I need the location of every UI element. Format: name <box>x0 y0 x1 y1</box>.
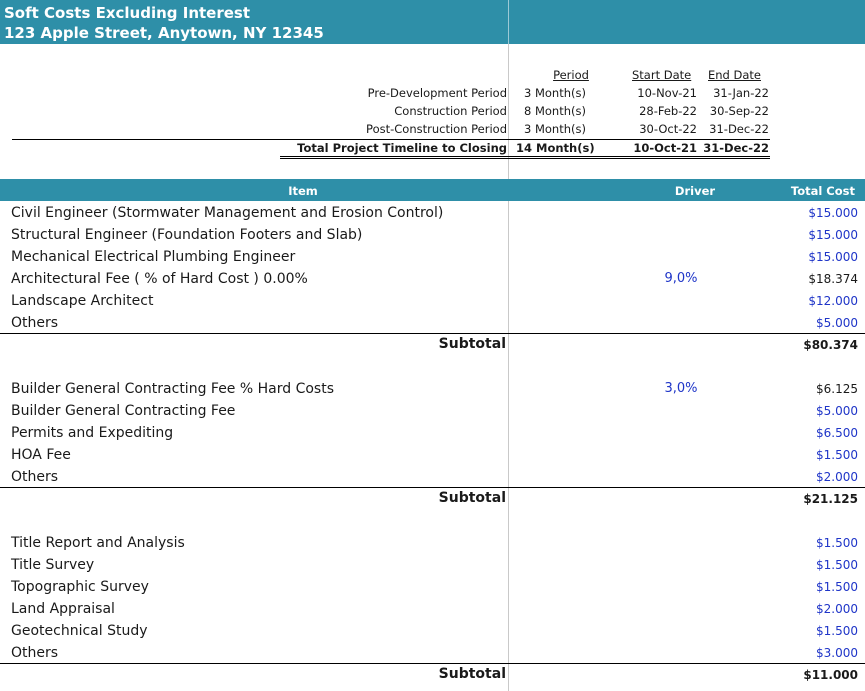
subtotal-value: $80.374 <box>803 338 858 352</box>
timeline-total-bottom-border-2 <box>280 158 770 159</box>
item-name: Builder General Contracting Fee <box>11 403 236 419</box>
subtotal-row: Subtotal $21.125 <box>0 488 865 510</box>
total-cost-value: $1.500 <box>816 536 858 550</box>
item-name: Permits and Expediting <box>11 425 174 441</box>
item-name: Geotechnical Study <box>11 623 148 639</box>
timeline-start: 10-Nov-21 <box>637 86 697 100</box>
item-name: Structural Engineer (Foundation Footers … <box>11 227 363 243</box>
item-name: HOA Fee <box>11 447 71 463</box>
item-name: Others <box>11 469 59 485</box>
table-row: HOA Fee $1.500 <box>0 444 865 466</box>
total-cost-value: $6.125 <box>816 382 858 396</box>
item-name: Mechanical Electrical Plumbing Engineer <box>11 249 296 265</box>
table-row: Others $3.000 <box>0 642 865 664</box>
table-row: Land Appraisal $2.000 <box>0 598 865 620</box>
total-cost-value: $1.500 <box>816 448 858 462</box>
timeline-start: 30-Oct-22 <box>639 122 697 136</box>
table-row: Title Report and Analysis $1.500 <box>0 532 865 554</box>
total-cost-value: $5.000 <box>816 404 858 418</box>
item-name: Topographic Survey <box>11 579 149 595</box>
property-address: 123 Apple Street, Anytown, NY 12345 <box>4 24 324 42</box>
table-row: Others $2.000 <box>0 466 865 488</box>
item-name: Title Report and Analysis <box>11 535 185 551</box>
item-name: Civil Engineer (Stormwater Management an… <box>11 205 444 221</box>
start-date-header: Start Date <box>632 68 692 82</box>
subtotal-row: Subtotal $80.374 <box>0 334 865 356</box>
item-name: Title Survey <box>11 557 95 573</box>
item-name: Land Appraisal <box>11 601 115 617</box>
end-date-header: End Date <box>708 68 761 82</box>
table-row: Topographic Survey $1.500 <box>0 576 865 598</box>
timeline-label: Post-Construction Period <box>366 122 507 136</box>
table-row: Landscape Architect $12.000 <box>0 290 865 312</box>
item-name: Others <box>11 645 59 661</box>
subtotal-label: Subtotal <box>438 666 506 682</box>
driver-column-header: Driver <box>674 184 716 198</box>
table-row: Builder General Contracting Fee $5.000 <box>0 400 865 422</box>
table-row: Architectural Fee ( % of Hard Cost ) 0.0… <box>0 268 865 290</box>
total-cost-column-header: Total Cost <box>790 184 855 198</box>
timeline-total-end: 31-Dec-22 <box>703 141 769 155</box>
table-row: Title Survey $1.500 <box>0 554 865 576</box>
driver-value: 3,0% <box>664 381 698 396</box>
total-cost-value: $18.374 <box>808 272 858 286</box>
item-name: Landscape Architect <box>11 293 154 309</box>
timeline-label: Pre-Development Period <box>367 86 507 100</box>
item-name: Builder General Contracting Fee % Hard C… <box>11 381 334 397</box>
sheet-title: Soft Costs Excluding Interest <box>4 4 251 22</box>
total-cost-value: $15.000 <box>808 228 858 242</box>
timeline-end: 30-Sep-22 <box>709 104 769 118</box>
total-cost-value: $5.000 <box>816 316 858 330</box>
subtotal-value: $11.000 <box>803 668 858 682</box>
subtotal-label: Subtotal <box>438 336 506 352</box>
timeline-end: 31-Dec-22 <box>709 122 769 136</box>
total-cost-value: $1.500 <box>816 580 858 594</box>
timeline-total-top-border <box>12 139 770 140</box>
timeline-total-bottom-border <box>280 156 770 157</box>
title-divider <box>508 0 509 44</box>
total-cost-value: $1.500 <box>816 558 858 572</box>
total-cost-value: $15.000 <box>808 206 858 220</box>
subtotal-value: $21.125 <box>803 492 858 506</box>
timeline-total-label: Total Project Timeline to Closing <box>297 141 507 155</box>
subtotal-label: Subtotal <box>438 490 506 506</box>
table-row: Permits and Expediting $6.500 <box>0 422 865 444</box>
table-row: Builder General Contracting Fee % Hard C… <box>0 378 865 400</box>
table-row: Others $5.000 <box>0 312 865 334</box>
timeline-label: Construction Period <box>394 104 507 118</box>
driver-value: 9,0% <box>664 271 698 286</box>
table-row: Geotechnical Study $1.500 <box>0 620 865 642</box>
timeline-period: 3 Month(s) <box>524 86 586 100</box>
timeline-period: 3 Month(s) <box>524 122 586 136</box>
timeline-start: 28-Feb-22 <box>639 104 697 118</box>
total-cost-value: $6.500 <box>816 426 858 440</box>
total-cost-value: $12.000 <box>808 294 858 308</box>
item-column-header: Item <box>288 184 318 198</box>
item-name: Others <box>11 315 59 331</box>
table-row: Structural Engineer (Foundation Footers … <box>0 224 865 246</box>
total-cost-value: $1.500 <box>816 624 858 638</box>
subtotal-row: Subtotal $11.000 <box>0 664 865 686</box>
period-header: Period <box>553 68 589 82</box>
timeline-total-start: 10-Oct-21 <box>633 141 697 155</box>
table-row: Mechanical Electrical Plumbing Engineer … <box>0 246 865 268</box>
total-cost-value: $2.000 <box>816 470 858 484</box>
total-cost-value: $2.000 <box>816 602 858 616</box>
timeline-period: 8 Month(s) <box>524 104 586 118</box>
timeline-total-period: 14 Month(s) <box>516 141 595 155</box>
table-row: Civil Engineer (Stormwater Management an… <box>0 202 865 224</box>
total-cost-value: $15.000 <box>808 250 858 264</box>
total-cost-value: $3.000 <box>816 646 858 660</box>
timeline-end: 31-Jan-22 <box>713 86 769 100</box>
item-name: Architectural Fee ( % of Hard Cost ) 0.0… <box>11 271 308 287</box>
